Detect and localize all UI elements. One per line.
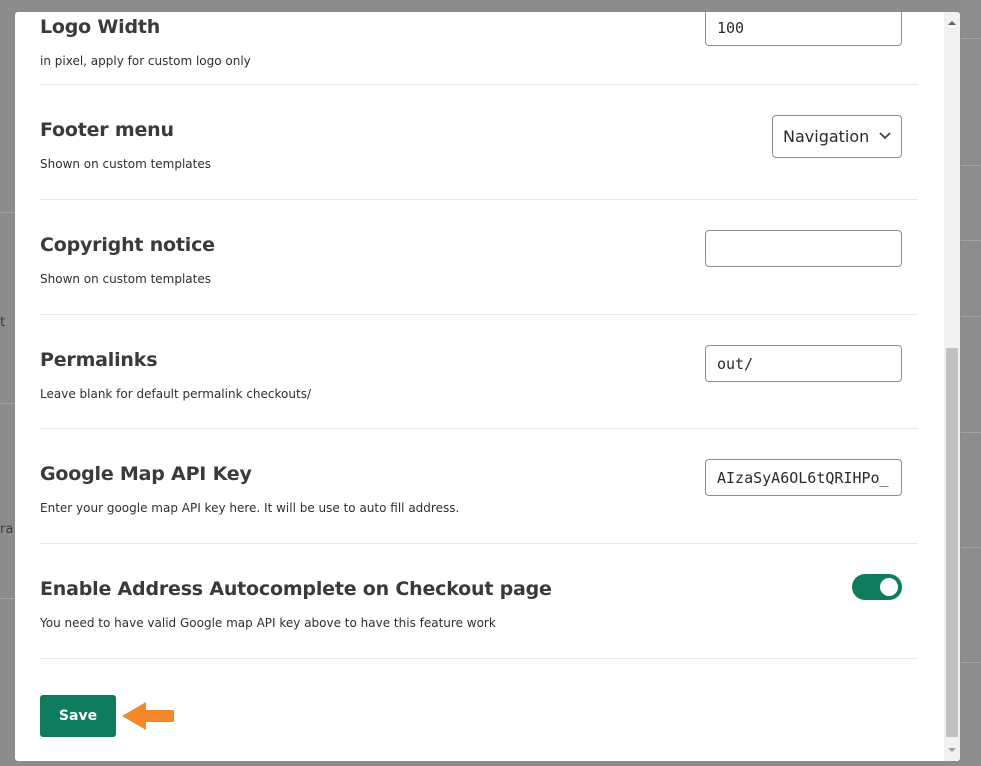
arrow-left-icon: [122, 702, 174, 730]
background-text-fragment: ra: [0, 522, 14, 537]
logo-width-input[interactable]: [705, 12, 902, 46]
setting-row-address-autocomplete: Enable Address Autocomplete on Checkout …: [40, 544, 918, 659]
google-map-api-key-input[interactable]: [705, 459, 902, 496]
setting-title: Permalinks: [40, 349, 158, 371]
select-value: Navigation: [783, 127, 870, 146]
setting-title: Google Map API Key: [40, 463, 252, 485]
permalinks-input[interactable]: [705, 345, 902, 382]
save-button[interactable]: Save: [40, 695, 116, 737]
address-autocomplete-toggle[interactable]: [852, 574, 902, 600]
background-divider: [961, 38, 981, 39]
settings-list: Logo Width in pixel, apply for custom lo…: [40, 12, 918, 761]
setting-title: Logo Width: [40, 16, 161, 38]
copyright-notice-input[interactable]: [705, 230, 902, 267]
setting-title: Copyright notice: [40, 234, 215, 256]
setting-row-footer-menu: Footer menu Shown on custom templates Na…: [40, 85, 918, 200]
toggle-knob: [880, 578, 898, 596]
vertical-scrollbar[interactable]: [944, 12, 960, 761]
setting-description: Enter your google map API key here. It w…: [40, 501, 460, 515]
background-divider: [961, 432, 981, 433]
chevron-down-icon: [879, 132, 891, 140]
setting-description: in pixel, apply for custom logo only: [40, 54, 251, 68]
triangle-down-icon[interactable]: [944, 743, 960, 757]
background-text-fragment: t: [0, 315, 6, 330]
setting-title: Enable Address Autocomplete on Checkout …: [40, 578, 552, 600]
triangle-up-icon[interactable]: [944, 16, 960, 30]
setting-row-logo-width: Logo Width in pixel, apply for custom lo…: [40, 12, 918, 85]
footer-menu-select[interactable]: Navigation: [772, 115, 902, 158]
setting-description: Shown on custom templates: [40, 272, 211, 286]
setting-row-google-map-api-key: Google Map API Key Enter your google map…: [40, 429, 918, 544]
setting-description: You need to have valid Google map API ke…: [40, 616, 496, 630]
background-divider: [961, 165, 981, 166]
background-divider: [0, 403, 14, 404]
setting-row-copyright-notice: Copyright notice Shown on custom templat…: [40, 200, 918, 315]
background-divider: [961, 316, 981, 317]
background-divider: [961, 662, 981, 663]
settings-modal: Logo Width in pixel, apply for custom lo…: [15, 12, 960, 761]
background-divider: [0, 598, 14, 599]
scrollbar-thumb[interactable]: [946, 348, 958, 737]
setting-title: Footer menu: [40, 119, 174, 141]
background-divider: [0, 212, 14, 213]
background-right-strip: [961, 0, 981, 766]
setting-row-permalinks: Permalinks Leave blank for default perma…: [40, 315, 918, 429]
setting-description: Shown on custom templates: [40, 157, 211, 171]
background-divider: [961, 240, 981, 241]
setting-description: Leave blank for default permalink checko…: [40, 387, 311, 401]
background-divider: [961, 547, 981, 548]
